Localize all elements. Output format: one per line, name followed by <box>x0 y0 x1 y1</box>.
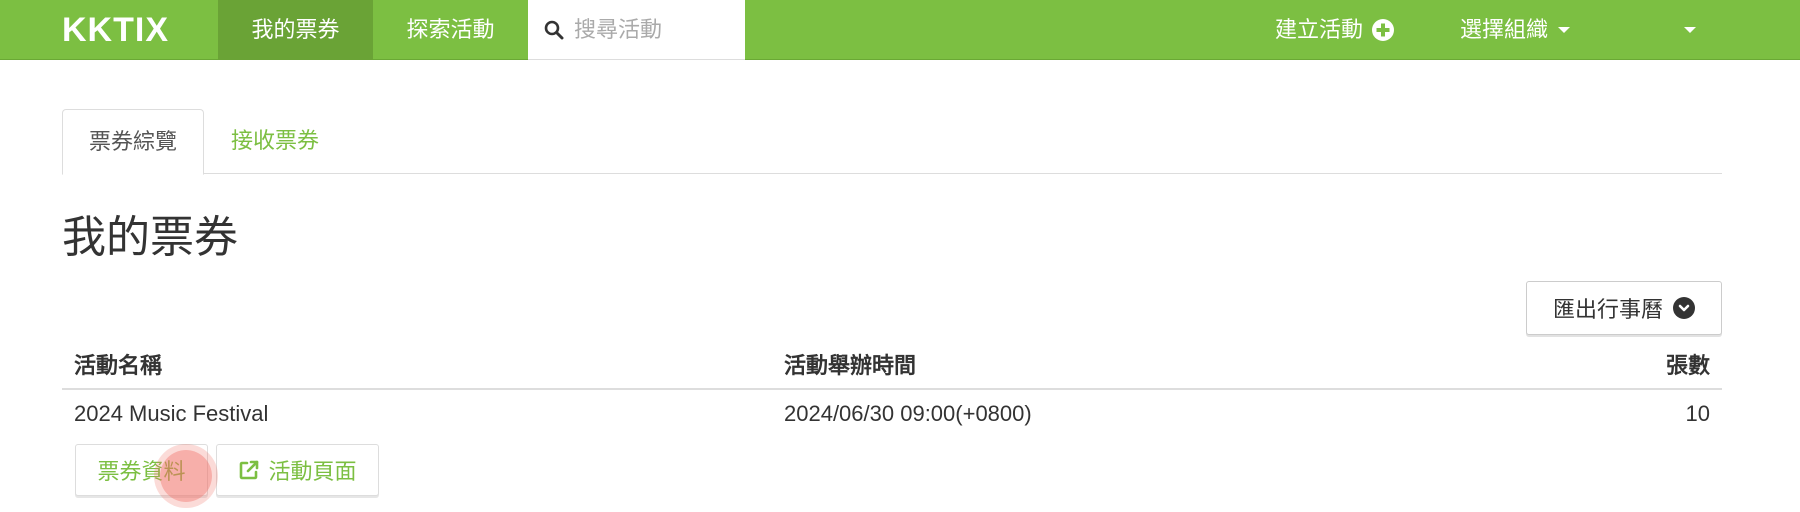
create-event-label: 建立活動 <box>1275 17 1364 42</box>
top-navbar: KKTIX 我的票券 探索活動 建立活動 選擇組織 <box>0 0 1800 60</box>
search-input[interactable] <box>574 16 734 43</box>
table-header-row: 活動名稱 活動舉辦時間 張數 <box>62 344 1722 390</box>
column-header-event-name: 活動名稱 <box>74 353 163 378</box>
caret-down-icon <box>1558 27 1571 33</box>
nav-my-tickets-label: 我的票券 <box>251 17 340 42</box>
event-name-cell: 2024 Music Festival <box>74 401 269 426</box>
ticket-tabs: 票券綜覽 接收票券 <box>62 109 1722 175</box>
table-row: 2024 Music Festival 2024/06/30 09:00(+08… <box>62 390 1722 438</box>
nav-explore-label: 探索活動 <box>406 17 495 42</box>
tab-receive-tickets-label: 接收票券 <box>230 128 319 153</box>
create-event-button[interactable]: 建立活動 <box>1275 0 1395 60</box>
chevron-circle-down-icon <box>1673 297 1695 319</box>
export-calendar-button[interactable]: 匯出行事曆 <box>1526 281 1722 335</box>
nav-explore-events[interactable]: 探索活動 <box>373 0 528 60</box>
external-link-icon <box>240 460 259 480</box>
select-org-label: 選擇組織 <box>1460 17 1549 42</box>
nav-my-tickets[interactable]: 我的票券 <box>218 0 373 60</box>
tab-ticket-overview[interactable]: 票券綜覽 <box>62 109 204 175</box>
search-icon <box>544 20 564 39</box>
export-calendar-label: 匯出行事曆 <box>1552 297 1663 322</box>
tickets-table: 活動名稱 活動舉辦時間 張數 2024 Music Festival 2024/… <box>62 344 1722 498</box>
quantity-cell: 10 <box>1685 401 1710 426</box>
plus-circle-icon <box>1372 19 1395 41</box>
column-header-event-time: 活動舉辦時間 <box>784 353 917 378</box>
event-page-button[interactable]: 活動頁面 <box>216 444 379 496</box>
ticket-info-label: 票券資料 <box>97 459 186 484</box>
user-menu-dropdown[interactable] <box>1674 0 1696 60</box>
select-org-dropdown[interactable]: 選擇組織 <box>1460 0 1571 60</box>
event-page-label: 活動頁面 <box>268 459 357 484</box>
row-actions: 票券資料 活動頁面 <box>62 438 1722 498</box>
search-box <box>528 0 745 60</box>
caret-down-icon <box>1684 27 1696 33</box>
brand-logo[interactable]: KKTIX <box>62 0 169 60</box>
page-title: 我的票券 <box>62 213 238 262</box>
event-time-cell: 2024/06/30 09:00(+0800) <box>784 401 1032 426</box>
tab-ticket-overview-label: 票券綜覽 <box>88 129 177 154</box>
ticket-info-button[interactable]: 票券資料 <box>75 444 208 496</box>
column-header-quantity: 張數 <box>1665 353 1710 378</box>
tab-receive-tickets[interactable]: 接收票券 <box>204 109 346 174</box>
